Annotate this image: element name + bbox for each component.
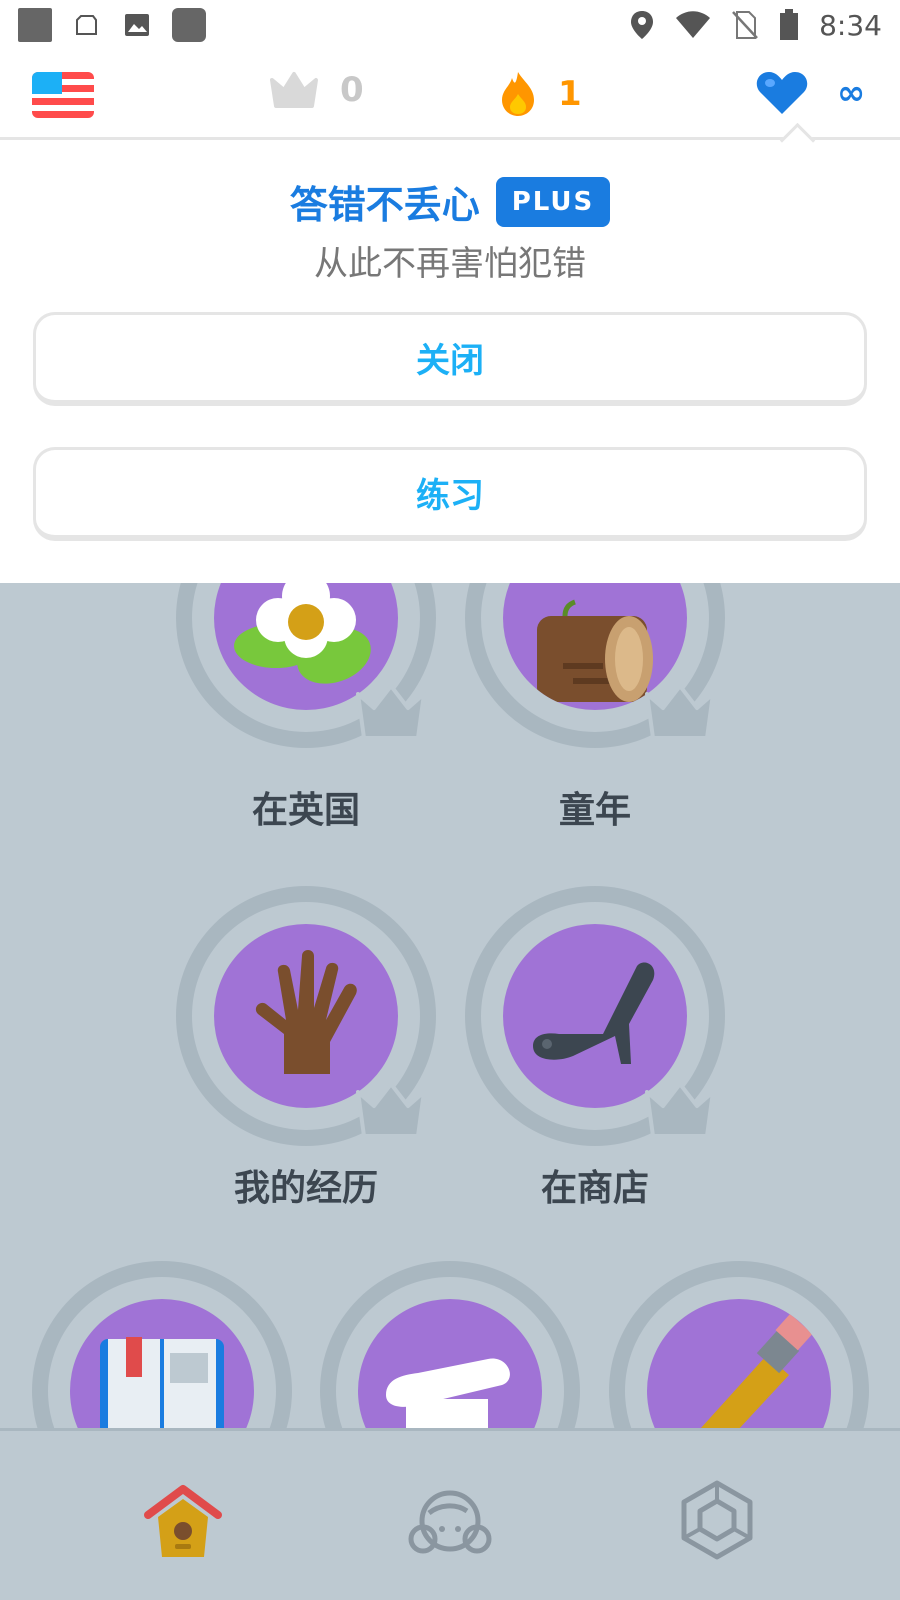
skill-reading[interactable] [32, 1261, 292, 1430]
skill-label: 在英国 [251, 790, 360, 831]
bottom-nav [0, 1428, 900, 1600]
streak-count: 1 [558, 74, 582, 114]
skill-my-experience[interactable] [176, 886, 436, 1146]
streak-counter[interactable]: 1 [498, 70, 582, 118]
location-icon [631, 11, 654, 39]
status-bar: 8:34 [0, 0, 900, 50]
hearts-counter[interactable]: ∞ [755, 70, 865, 116]
wifi-icon [676, 11, 711, 38]
skill-childhood[interactable] [465, 583, 725, 748]
flame-icon [502, 72, 534, 116]
battery-icon [780, 9, 799, 40]
paper-bag-icon [76, 15, 97, 35]
skill-at-the-store[interactable] [465, 886, 725, 1146]
plus-upsell-popup: 答错不丢心 PLUS 从此不再害怕犯错 关闭 练习 [0, 122, 900, 583]
crown-level-icon [645, 684, 715, 740]
crown-level-icon [645, 1082, 715, 1138]
skill-writing[interactable] [609, 1261, 869, 1430]
popup-title: 答错不丢心 [289, 183, 480, 227]
skill-tree: 在英国 童年 我的经历 在商店 [0, 583, 900, 1430]
home-icon[interactable] [138, 1475, 228, 1565]
skill-label: 在商店 [540, 1168, 649, 1209]
skill-label: 我的经历 [233, 1168, 378, 1209]
crown-icon [270, 72, 318, 108]
us-flag-icon[interactable] [32, 72, 94, 118]
notification-square-icon [18, 8, 52, 42]
heart-icon [756, 72, 808, 114]
plus-badge: PLUS [495, 176, 611, 227]
clock: 8:34 [819, 8, 882, 42]
notification-icons [18, 8, 206, 42]
shop-icon[interactable] [672, 1475, 762, 1565]
crown-level-icon [356, 684, 426, 740]
crown-level-icon [356, 1082, 426, 1138]
image-icon [125, 14, 149, 36]
popup-subtitle: 从此不再害怕犯错 [314, 244, 586, 284]
skill-in-britain[interactable] [176, 583, 436, 748]
crowns-counter[interactable]: 0 [268, 70, 364, 110]
close-button[interactable]: 关闭 [33, 312, 867, 406]
no-sim-icon [732, 11, 759, 39]
skill-food[interactable] [320, 1261, 580, 1430]
skill-label: 童年 [558, 790, 631, 831]
profile-icon[interactable] [405, 1475, 495, 1565]
app-square-icon [172, 8, 206, 42]
hearts-count: ∞ [837, 73, 866, 113]
practice-button[interactable]: 练习 [33, 447, 867, 541]
top-bar: 0 1 ∞ [0, 50, 900, 140]
crowns-count: 0 [340, 70, 364, 110]
